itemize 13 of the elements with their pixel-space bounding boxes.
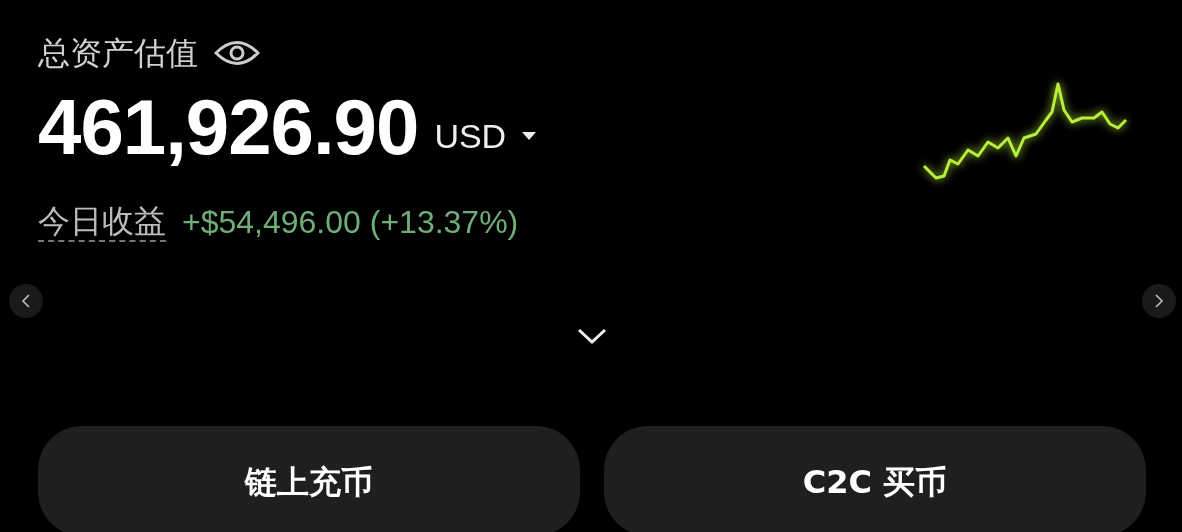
currency-label: USD — [434, 116, 507, 158]
today-profit-value: +$54,496.00 (+13.37%) — [182, 203, 519, 243]
chevron-right-icon — [1154, 293, 1164, 309]
balance-amount: 461,926.90 — [38, 88, 419, 167]
chevron-left-icon — [21, 293, 31, 309]
title: 总资产估值 — [38, 34, 198, 73]
dropdown-caret-icon[interactable] — [522, 132, 537, 142]
previous-button[interactable] — [9, 284, 43, 318]
action-button[interactable]: C2C 买币 — [604, 426, 1146, 532]
today-profit-label[interactable]: 今日收益 — [38, 203, 166, 242]
chevron-down-icon[interactable] — [577, 328, 607, 345]
action-button[interactable]: 链上充币 — [38, 426, 580, 532]
next-button[interactable] — [1142, 284, 1176, 318]
